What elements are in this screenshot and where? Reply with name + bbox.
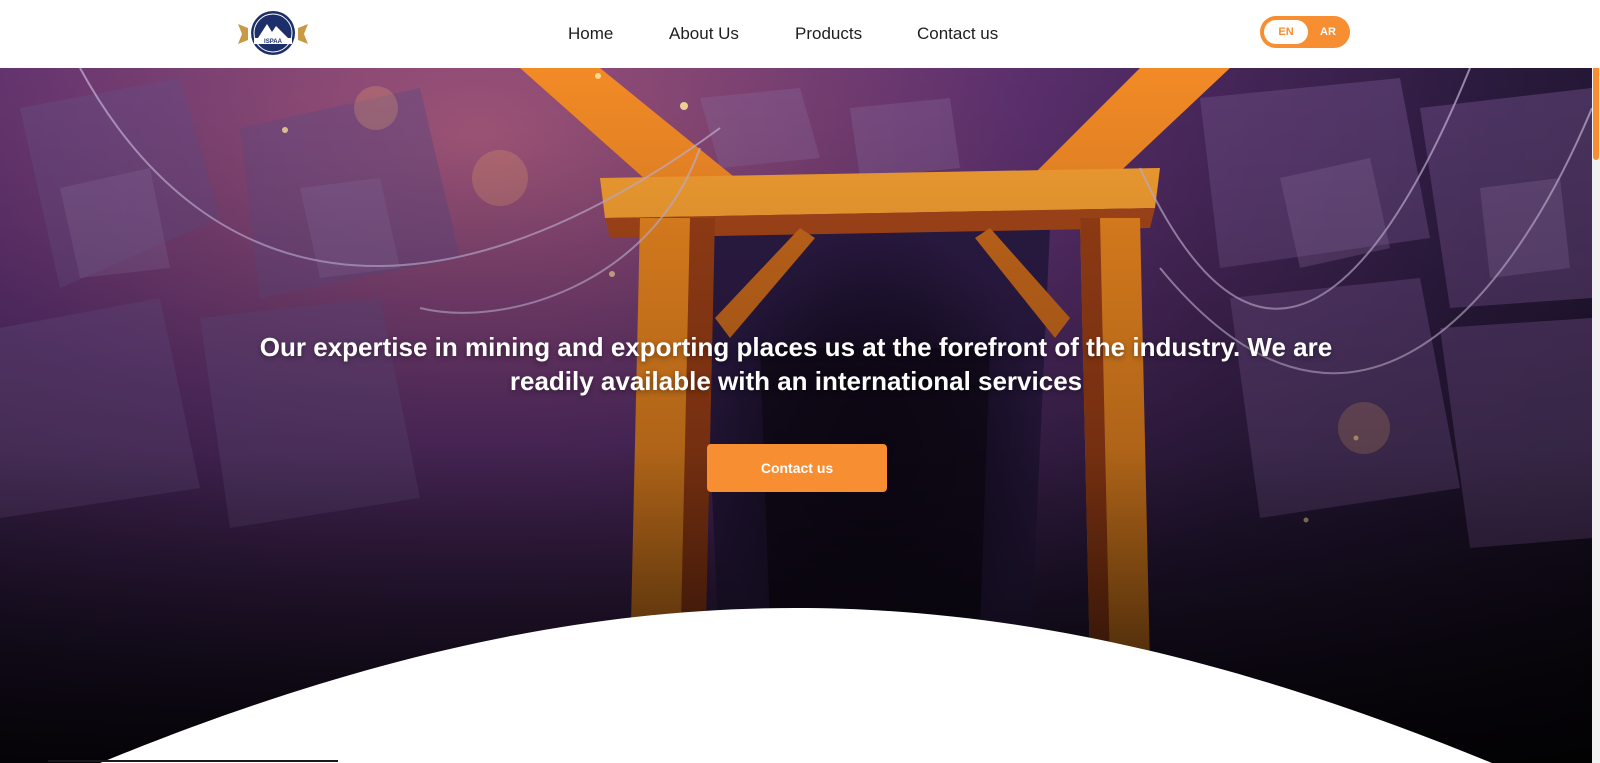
top-navbar: ISPAA Home About Us Products Contact us … (0, 0, 1600, 68)
language-option-ar[interactable]: AR (1310, 20, 1346, 44)
hero-bottom-curve (0, 608, 1592, 763)
contact-us-button[interactable]: Contact us (707, 444, 887, 492)
nav-link-about-us[interactable]: About Us (669, 24, 739, 44)
language-option-en[interactable]: EN (1264, 20, 1308, 44)
divider (48, 760, 338, 762)
language-toggle[interactable]: EN AR (1260, 16, 1350, 48)
nav-link-home[interactable]: Home (568, 24, 613, 44)
hero-section: Our expertise in mining and exporting pl… (0, 68, 1592, 763)
nav-link-products[interactable]: Products (795, 24, 862, 44)
page-scrollbar[interactable] (1592, 0, 1600, 763)
hero-heading: Our expertise in mining and exporting pl… (259, 332, 1333, 396)
main-nav: Home About Us Products Contact us (0, 24, 1600, 44)
nav-link-contact-us[interactable]: Contact us (917, 24, 998, 44)
